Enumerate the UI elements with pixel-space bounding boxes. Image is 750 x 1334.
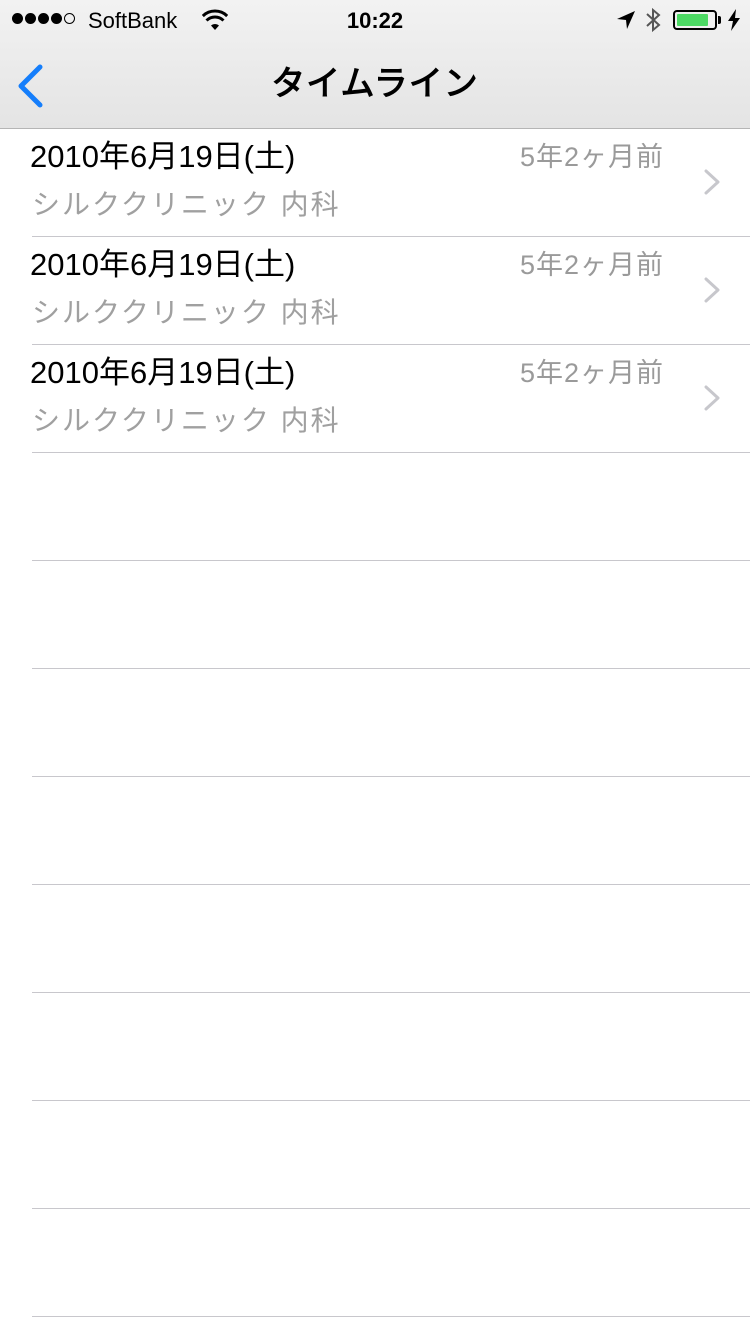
chevron-right-icon bbox=[704, 169, 720, 195]
elapsed-time: 5年2ヶ月前 bbox=[519, 142, 664, 172]
timeline-row[interactable]: 2010年6月19日(土) 5年2ヶ月前シルククリニック 内科 bbox=[30, 129, 750, 237]
clinic-name: シルククリニック 内科 bbox=[32, 297, 341, 328]
elapsed-time: 5年2ヶ月前 bbox=[519, 250, 664, 280]
status-time: 10:22 bbox=[346, 8, 404, 33]
empty-row bbox=[32, 885, 750, 993]
chevron-right-icon bbox=[704, 385, 720, 411]
header: SoftBank 10:22 タイムライン bbox=[0, 0, 750, 129]
visit-date: 2010年6月19日(土) bbox=[30, 139, 296, 174]
charging-bolt-icon bbox=[728, 9, 740, 31]
timeline-list: 2010年6月19日(土) 5年2ヶ月前 シルククリニック 内科 2010年6月19日… bbox=[0, 129, 750, 1317]
timeline-row[interactable]: 2010年6月19日(土) 5年2ヶ月前シルククリニック 内科 bbox=[30, 237, 750, 345]
timeline-row[interactable]: 2010年6月19日(土) 5年2ヶ月前シルククリニック 内科 bbox=[30, 345, 750, 453]
empty-row bbox=[32, 1209, 750, 1317]
empty-row bbox=[32, 993, 750, 1101]
visit-date: 2010年6月19日(土) bbox=[30, 355, 296, 390]
battery-level bbox=[677, 14, 708, 26]
bluetooth-icon bbox=[646, 7, 661, 33]
visit-date: 2010年6月19日(土) bbox=[30, 247, 296, 282]
battery-icon bbox=[673, 10, 717, 30]
elapsed-time: 5年2ヶ月前 bbox=[519, 358, 664, 388]
empty-row bbox=[32, 453, 750, 561]
page-title: タイムライン bbox=[271, 65, 479, 103]
location-arrow-icon bbox=[617, 11, 635, 29]
clinic-name: シルククリニック 内科 bbox=[32, 189, 341, 220]
battery-cap bbox=[718, 16, 721, 24]
chevron-right-icon bbox=[704, 277, 720, 303]
empty-row bbox=[32, 777, 750, 885]
empty-row bbox=[32, 669, 750, 777]
status-bar: SoftBank 10:22 bbox=[0, 0, 750, 40]
navigation-bar: タイムライン bbox=[0, 40, 750, 128]
empty-row bbox=[32, 1101, 750, 1209]
clinic-name: シルククリニック 内科 bbox=[32, 405, 341, 436]
empty-row bbox=[32, 561, 750, 669]
